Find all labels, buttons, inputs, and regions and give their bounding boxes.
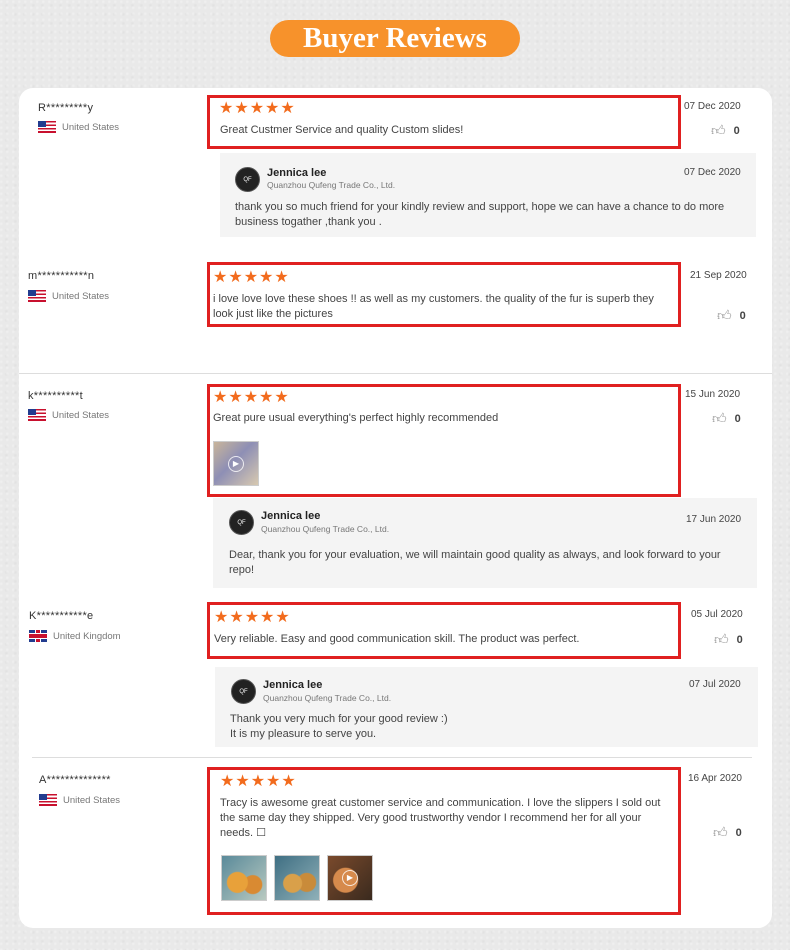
reviewer-country: United Kingdom [29,630,121,642]
thumbs-up-icon: 👍︎ [711,122,726,138]
review-date: 16 Apr 2020 [688,773,742,784]
country-label: United States [52,290,110,302]
reviewer-name: A************** [39,774,111,786]
seller-logo-icon: QF [231,679,256,704]
us-flag-icon [28,409,46,421]
reply-date: 07 Jul 2020 [689,679,741,690]
like-button[interactable]: 👍︎ 0 [713,824,742,841]
reviewer-country: United States [39,794,120,806]
like-button[interactable]: 👍︎ 0 [714,631,743,648]
reply-text-line1: Thank you very much for your good review… [230,713,448,725]
reply-text: Dear, thank you for your evaluation, we … [229,549,721,576]
reply-date: 07 Dec 2020 [684,167,741,178]
seller-name: Jennica lee [261,510,321,522]
thumbs-up-icon: 👍︎ [712,410,727,426]
play-icon: ▶ [342,870,358,886]
seller-name: Jennica lee [263,679,323,691]
section-divider [19,373,772,374]
uk-flag-icon [29,630,47,642]
like-button[interactable]: 👍︎ 0 [712,410,741,427]
reply-date: 17 Jun 2020 [686,514,742,525]
review-text: Great pure usual everything's perfect hi… [213,412,499,424]
reviewer-name: K***********e [29,610,94,622]
review-photo-thumbnail[interactable] [221,855,267,901]
seller-reply: QF Jennica lee Quanzhou Qufeng Trade Co.… [215,667,758,747]
review-text: Tracy is awesome great customer service … [220,797,661,839]
reviewer-name: m***********n [28,270,95,282]
star-rating: ★★★★★ [220,773,297,790]
play-icon: ▶ [228,455,244,472]
review-text: i love love love these shoes !! as well … [213,293,654,320]
review-photo-thumbnail[interactable] [274,855,320,901]
seller-name: Jennica lee [267,167,327,179]
reply-text: thank you so much friend for your kindly… [235,201,725,228]
seller-logo-icon: QF [229,510,254,535]
us-flag-icon [38,121,56,133]
review-text: Great Custmer Service and quality Custom… [220,124,464,136]
country-label: United States [63,794,121,806]
reviewer-country: United States [38,121,119,133]
like-button[interactable]: 👍︎ 0 [717,307,746,324]
like-count: 0 [735,826,742,839]
thumbs-up-icon: 👍︎ [714,631,729,647]
review-date: 07 Dec 2020 [684,101,741,112]
us-flag-icon [39,794,57,806]
star-rating: ★★★★★ [213,389,290,406]
country-label: United States [62,121,120,133]
star-rating: ★★★★★ [213,269,290,286]
review-video-thumbnail[interactable]: ▶ [213,441,259,486]
review-video-thumbnail[interactable]: ▶ [327,855,373,901]
thumbs-up-icon: 👍︎ [713,824,728,840]
seller-logo-icon: QF [235,167,260,192]
reviewer-country: United States [28,290,109,302]
seller-reply: QF Jennica lee Quanzhou Qufeng Trade Co.… [220,153,756,237]
seller-company: Quanzhou Qufeng Trade Co., Ltd. [261,524,390,534]
section-divider [32,757,752,758]
like-count: 0 [739,309,746,322]
thumbs-up-icon: 👍︎ [717,307,732,323]
review-text: Very reliable. Easy and good communicati… [214,633,580,645]
seller-company: Quanzhou Qufeng Trade Co., Ltd. [267,180,396,190]
star-rating: ★★★★★ [214,609,291,626]
review-date: 15 Jun 2020 [685,389,741,400]
reviewer-name: R*********y [38,102,94,114]
like-count: 0 [733,124,740,137]
review-date: 05 Jul 2020 [691,609,743,620]
like-count: 0 [734,412,741,425]
like-button[interactable]: 👍︎ 0 [711,122,740,139]
seller-company: Quanzhou Qufeng Trade Co., Ltd. [263,693,392,703]
star-rating: ★★★★★ [219,100,296,117]
country-label: United States [52,409,110,421]
country-label: United Kingdom [53,630,121,642]
reviewer-country: United States [28,409,109,421]
like-count: 0 [736,633,743,646]
page-title: Buyer Reviews [270,20,520,57]
reply-text-line2: It is my pleasure to serve you. [230,728,377,740]
review-date: 21 Sep 2020 [690,270,747,281]
seller-reply: QF Jennica lee Quanzhou Qufeng Trade Co.… [213,498,757,588]
us-flag-icon [28,290,46,302]
reviewer-name: k**********t [28,390,83,402]
